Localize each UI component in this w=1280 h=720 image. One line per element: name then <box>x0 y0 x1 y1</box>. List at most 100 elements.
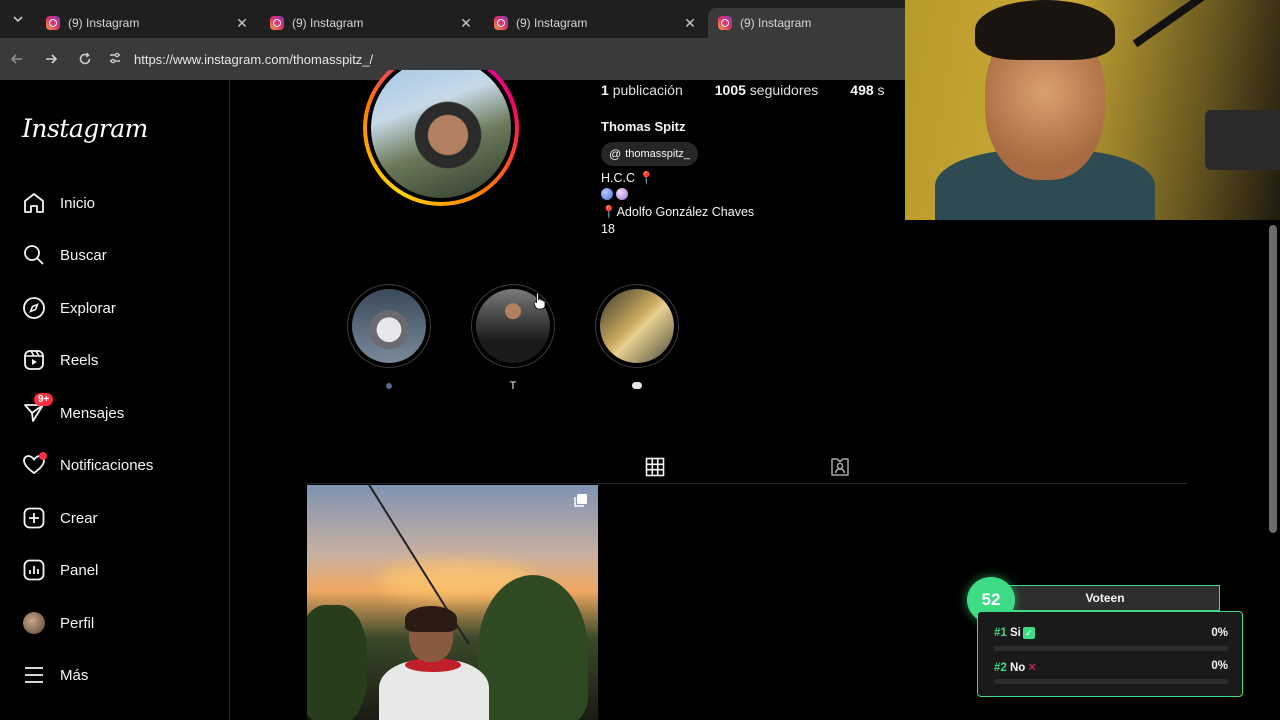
poll-percent: 0% <box>1211 660 1228 672</box>
instagram-logo[interactable]: Instagram <box>22 114 148 143</box>
reload-icon <box>79 52 91 65</box>
tab-title: (9) Instagram <box>516 16 588 30</box>
sidebar-item-label: Reels <box>60 351 99 369</box>
globe-icon <box>616 188 629 200</box>
url-text: https://www.instagram.com/thomasspitz_/ <box>134 51 374 67</box>
sidebar-item-reels[interactable]: Reels <box>22 345 98 375</box>
threads-badge[interactable]: @ thomasspitz_ <box>601 142 698 166</box>
stat-posts: 1 publicación <box>601 82 683 98</box>
browser-tab[interactable]: (9) Instagram ✕ <box>260 8 484 38</box>
browser-tab[interactable]: (9) Instagram ✕ <box>484 8 708 38</box>
threads-icon: @ <box>609 147 622 161</box>
close-icon[interactable]: ✕ <box>458 15 474 32</box>
pin-icon: 📍 <box>638 171 655 185</box>
highlight-label <box>595 380 679 394</box>
microphone-arm <box>1132 0 1269 48</box>
sidebar-item-buscar[interactable]: Buscar <box>22 240 107 270</box>
poll-title: Voteen <box>990 585 1220 611</box>
plus-square-icon <box>22 506 46 530</box>
bio-location: 📍Adolfo González Chaves <box>601 205 755 219</box>
sidebar-item-mensajes[interactable]: 9+ Mensajes <box>22 393 125 428</box>
highlight-cover <box>600 289 674 363</box>
instagram-favicon-icon <box>270 16 284 30</box>
stat-followers[interactable]: 1005 seguidores <box>715 82 819 98</box>
close-icon[interactable]: ✕ <box>234 15 250 32</box>
tab-title: (9) Instagram <box>68 16 140 30</box>
webcam-overlay <box>905 0 1280 220</box>
poll-percent: 0% <box>1211 627 1228 639</box>
instagram-favicon-icon <box>494 16 508 30</box>
highlight-label <box>347 380 431 394</box>
post-subject <box>379 606 489 720</box>
chart-icon <box>22 558 46 582</box>
profile-stats: 1 publicación 1005 seguidores 498 s <box>601 82 917 98</box>
sidebar-item-notificaciones[interactable]: Notificaciones <box>22 450 153 480</box>
globe-icon <box>601 188 613 200</box>
browser-tab-active[interactable]: (9) Instagram <box>708 8 932 38</box>
tab-search-button[interactable] <box>0 0 36 38</box>
sidebar-item-label: Mensajes <box>60 404 125 422</box>
reels-icon <box>22 348 46 372</box>
arrow-left-icon <box>10 54 22 64</box>
poll-option: #1 Si ✓ 0% <box>994 627 1228 639</box>
back-button[interactable] <box>0 42 34 76</box>
browser-tab[interactable]: (9) Instagram ✕ <box>36 8 260 38</box>
sidebar-item-panel[interactable]: Panel <box>22 555 98 585</box>
bio-line: H.C.C 📍 <box>601 171 655 185</box>
notification-badge: 9+ <box>34 393 54 406</box>
sparkle-icon <box>386 383 392 389</box>
sidebar-item-mas[interactable]: Más <box>22 660 88 690</box>
poll-option: #2 No ✕ 0% <box>994 660 1228 674</box>
post-thumbnail[interactable] <box>307 485 598 720</box>
pin-icon: 📍 <box>601 205 617 219</box>
profile-picture[interactable] <box>363 70 519 206</box>
sidebar-item-label: Inicio <box>60 194 96 212</box>
site-settings-icon[interactable] <box>108 51 134 68</box>
cross-icon: ✕ <box>1027 662 1037 674</box>
instagram-favicon-icon <box>718 16 732 30</box>
tab-title: (9) Instagram <box>292 16 364 30</box>
reload-button[interactable] <box>68 42 102 76</box>
sidebar-item-label: Explorar <box>60 299 116 317</box>
sidebar-item-inicio[interactable]: Inicio <box>22 188 95 218</box>
highlight-cover <box>352 289 426 363</box>
tab-posts[interactable] <box>625 450 685 484</box>
profile-full-name: Thomas Spitz <box>601 119 686 134</box>
sidebar-item-label: Perfil <box>60 614 95 632</box>
sidebar: Instagram Inicio Buscar Explorar Reels 9… <box>0 80 230 720</box>
menu-icon <box>22 663 46 687</box>
story-highlight[interactable] <box>595 284 679 394</box>
forward-button[interactable] <box>34 42 68 76</box>
search-icon <box>22 243 46 267</box>
carousel-icon <box>574 494 587 507</box>
sidebar-item-label: Panel <box>60 561 99 579</box>
scrollbar-thumb[interactable] <box>1269 225 1277 533</box>
tab-title: (9) Instagram <box>740 16 812 30</box>
sidebar-item-label: Crear <box>60 509 98 527</box>
stat-following[interactable]: 498 s <box>850 82 884 98</box>
poll-progress-bar <box>994 679 1228 684</box>
heart-icon <box>22 452 47 477</box>
avatar <box>22 611 46 635</box>
sidebar-item-label: Buscar <box>60 246 107 264</box>
sidebar-item-label: Notificaciones <box>60 456 154 474</box>
grid-icon <box>645 457 665 476</box>
instagram-favicon-icon <box>46 16 60 30</box>
sidebar-item-crear[interactable]: Crear <box>22 503 98 533</box>
tab-tagged[interactable] <box>810 450 870 484</box>
checkmark-icon: ✓ <box>1022 627 1035 639</box>
hand-cursor-icon <box>533 292 546 310</box>
tabs-divider <box>307 483 1187 484</box>
compass-icon <box>22 296 46 320</box>
bio-emoji-line <box>601 188 629 203</box>
sidebar-item-explorar[interactable]: Explorar <box>22 293 116 323</box>
close-icon[interactable]: ✕ <box>682 15 698 32</box>
highlight-label: T <box>509 380 517 392</box>
sidebar-item-perfil[interactable]: Perfil <box>22 608 94 638</box>
home-icon <box>22 191 46 215</box>
story-highlight[interactable] <box>347 284 431 394</box>
threads-handle: thomasspitz_ <box>625 148 690 160</box>
poll-progress-bar <box>994 646 1228 651</box>
messenger-icon: 9+ <box>22 393 54 425</box>
notification-dot <box>39 452 47 460</box>
